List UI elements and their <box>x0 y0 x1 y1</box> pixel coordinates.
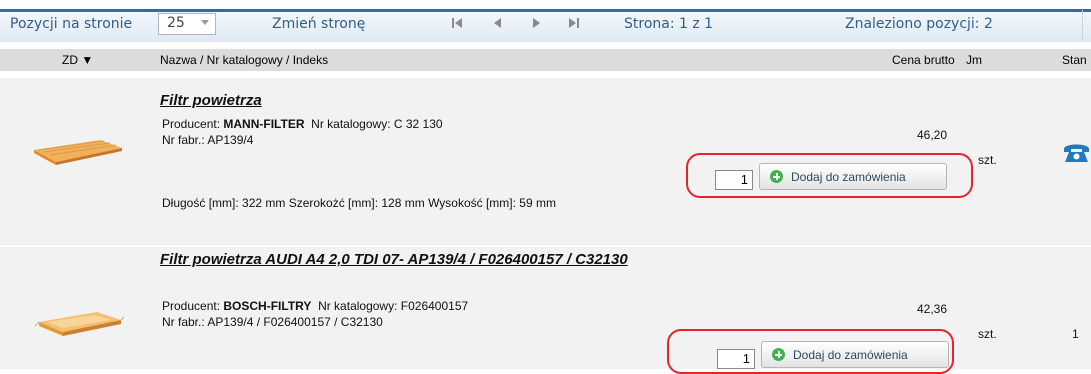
change-page-label: Zmień stronę <box>272 16 366 32</box>
catalog-value: F026400157 <box>400 299 469 313</box>
add-to-order-group: 1 Dodaj do zamówienia <box>667 329 954 374</box>
mfr-value: AP139/4 <box>207 133 254 147</box>
quantity-input[interactable]: 1 <box>717 349 755 369</box>
plus-circle-icon <box>772 348 785 361</box>
column-header-zd[interactable]: ZD ▼ <box>62 53 93 67</box>
add-to-order-button[interactable]: Dodaj do zamówienia <box>759 163 947 190</box>
add-to-order-group: 1 Dodaj do zamówienia <box>686 153 973 198</box>
plus-circle-icon <box>770 170 783 183</box>
mfr-number: Nr fabr.: AP139/4 / F026400157 / C32130 <box>162 315 383 329</box>
found-info: Znaleziono pozycji: 2 <box>845 16 993 32</box>
mfr-value: AP139/4 / F026400157 / C32130 <box>207 315 383 329</box>
per-page-select[interactable]: 25 <box>158 13 216 35</box>
prev-page-icon[interactable] <box>492 17 504 29</box>
product-title-link[interactable]: Filtr powietrza <box>160 92 660 109</box>
add-to-order-label: Dodaj do zamówienia <box>791 170 906 184</box>
chevron-down-icon <box>201 20 209 25</box>
last-page-icon[interactable] <box>568 17 580 29</box>
product-meta: Producent: MANN-FILTER Nr katalogowy: C … <box>162 117 443 131</box>
product-thumbnail[interactable] <box>33 302 125 344</box>
next-page-icon[interactable] <box>530 17 542 29</box>
product-title-link[interactable]: Filtr powietrza AUDI A4 2,0 TDI 07- AP13… <box>160 251 660 268</box>
catalog-label: Nr katalogowy: <box>311 117 391 131</box>
phone-icon[interactable] <box>1062 140 1091 164</box>
price-value: 46,20 <box>917 128 948 142</box>
stock-value: 1 <box>1072 327 1079 341</box>
column-header-stock[interactable]: Stan <box>1062 53 1087 67</box>
mfr-label: Nr fabr.: <box>162 133 205 147</box>
producer-value: BOSCH-FILTRY <box>223 299 312 313</box>
table-row: Filtr powietrza AUDI A4 2,0 TDI 07- AP13… <box>0 247 1091 374</box>
per-page-value: 25 <box>167 15 185 31</box>
price-value: 42,36 <box>917 302 948 316</box>
catalog-value: C 32 130 <box>393 117 443 131</box>
add-to-order-label: Dodaj do zamówienia <box>793 348 908 362</box>
unit-value: szt. <box>978 153 997 167</box>
table-row: Filtr powietrza Producent: MANN-FILTER N… <box>0 78 1091 245</box>
mfr-label: Nr fabr.: <box>162 315 205 329</box>
divider <box>1082 10 1083 42</box>
mfr-number: Nr fabr.: AP139/4 <box>162 133 253 147</box>
pagination-bar: Pozycji na stronie 25 Zmień stronę Stron… <box>0 0 1091 42</box>
producer-value: MANN-FILTER <box>223 117 305 131</box>
column-header-name[interactable]: Nazwa / Nr katalogowy / Indeks <box>160 53 328 67</box>
first-page-icon[interactable] <box>451 17 463 29</box>
table-header: ZD ▼ Nazwa / Nr katalogowy / Indeks Cena… <box>0 49 1091 71</box>
product-meta: Producent: BOSCH-FILTRY Nr katalogowy: F… <box>162 299 468 313</box>
catalog-label: Nr katalogowy: <box>318 299 398 313</box>
unit-value: szt. <box>978 327 997 341</box>
page-info: Strona: 1 z 1 <box>624 16 714 32</box>
producer-label: Producent: <box>162 117 221 131</box>
quantity-input[interactable]: 1 <box>715 170 753 190</box>
producer-label: Producent: <box>162 299 221 313</box>
add-to-order-button[interactable]: Dodaj do zamówienia <box>761 341 949 368</box>
per-page-label: Pozycji na stronie <box>10 16 133 32</box>
column-header-price[interactable]: Cena brutto <box>892 53 955 67</box>
product-thumbnail[interactable] <box>30 132 126 172</box>
column-header-unit[interactable]: Jm <box>966 53 982 67</box>
product-dimensions: Długość [mm]: 322 mm Szerokożć [mm]: 128… <box>162 196 556 210</box>
